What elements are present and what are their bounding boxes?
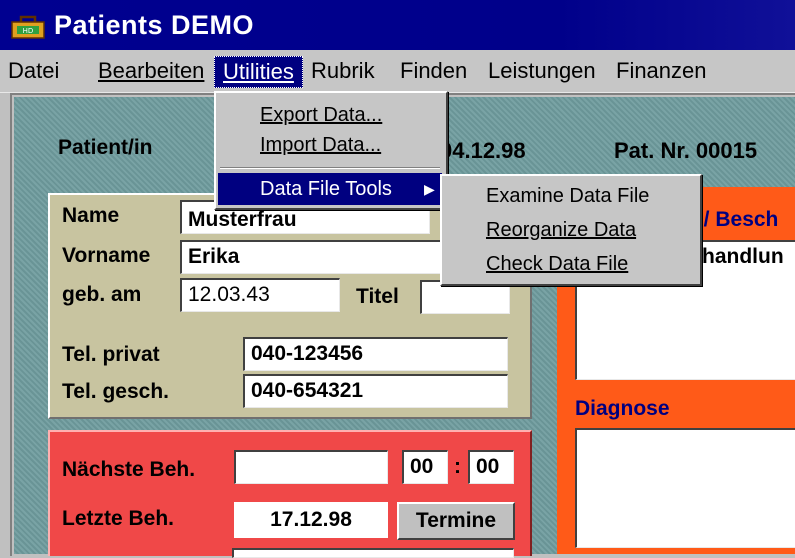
menu-examine-data-file[interactable]: Examine Data File [486,180,649,212]
menu-finanzen[interactable]: Finanzen [608,56,715,86]
vorname-label: Vorname [62,244,151,267]
menu-bearbeiten[interactable]: Bearbeiten [90,56,212,86]
geb-label: geb. am [62,283,142,306]
diagnose-textarea[interactable] [575,428,795,548]
menu-utilities-label: Utilities [223,59,294,84]
name-label: Name [62,204,120,227]
tel-privat-label: Tel. privat [62,343,160,366]
time-separator: : [454,455,461,478]
tel-privat-field[interactable]: 040-123456 [243,337,508,371]
menu-export-data[interactable]: Export Data... [260,99,382,131]
hour-field[interactable]: 00 [402,450,448,484]
menu-utilities[interactable]: Utilities [214,56,303,88]
app-icon: HD [11,15,45,39]
title-bar: HD Patients DEMO [0,0,795,50]
patient-label: Patient/in [58,136,153,159]
menu-data-file-tools[interactable]: Data File Tools ▶ [218,173,442,205]
naechste-label: Nächste Beh. [62,458,196,481]
diagnose-label: Diagnose [575,397,670,420]
patient-number: Pat. Nr. 00015 [614,138,758,163]
check-data-file-label: Check Data File [486,253,629,275]
data-file-tools-menu: Examine Data File Reorganize Data Check … [440,174,702,286]
menu-check-data-file[interactable]: Check Data File [486,248,628,280]
submenu-arrow-icon: ▶ [424,181,435,197]
header-date: 04.12.98 [440,138,526,163]
menu-rubrik[interactable]: Rubrik [303,56,383,86]
last-treatment-value: 17.12.98 [234,502,388,538]
next-row-field[interactable] [232,548,514,558]
data-file-tools-label: Data File Tools [260,178,392,200]
window-title: Patients DEMO [54,10,255,40]
tel-gesch-field[interactable]: 040-654321 [243,374,508,408]
vorname-field[interactable]: Erika [180,240,480,274]
menu-reorganize-data[interactable]: Reorganize Data [486,214,636,246]
minute-field[interactable]: 00 [468,450,514,484]
treatment-header-partial: e/ Besch [692,208,779,231]
menu-finden[interactable]: Finden [392,56,475,86]
menu-datei[interactable]: Datei [0,56,67,86]
birthdate-field[interactable]: 12.03.43 [180,278,340,312]
export-data-label: Export Data... [260,104,383,126]
svg-text:HD: HD [23,27,34,35]
tel-gesch-label: Tel. gesch. [62,380,169,403]
menu-leistungen[interactable]: Leistungen [480,56,604,86]
utilities-menu: Export Data... Import Data... Data File … [214,91,448,210]
menu-bearbeiten-label: Bearbeiten [98,58,205,83]
menu-import-data[interactable]: Import Data... [260,129,381,161]
menu-separator [220,167,440,169]
letzte-label: Letzte Beh. [62,507,175,530]
next-treatment-field[interactable] [234,450,388,484]
reorganize-data-label: Reorganize Data [486,219,637,241]
titel-label: Titel [356,285,399,308]
import-data-label: Import Data... [260,134,382,156]
termine-button[interactable]: Termine [397,502,515,540]
menu-bar: Datei Bearbeiten Utilities Rubrik Finden… [0,50,795,93]
